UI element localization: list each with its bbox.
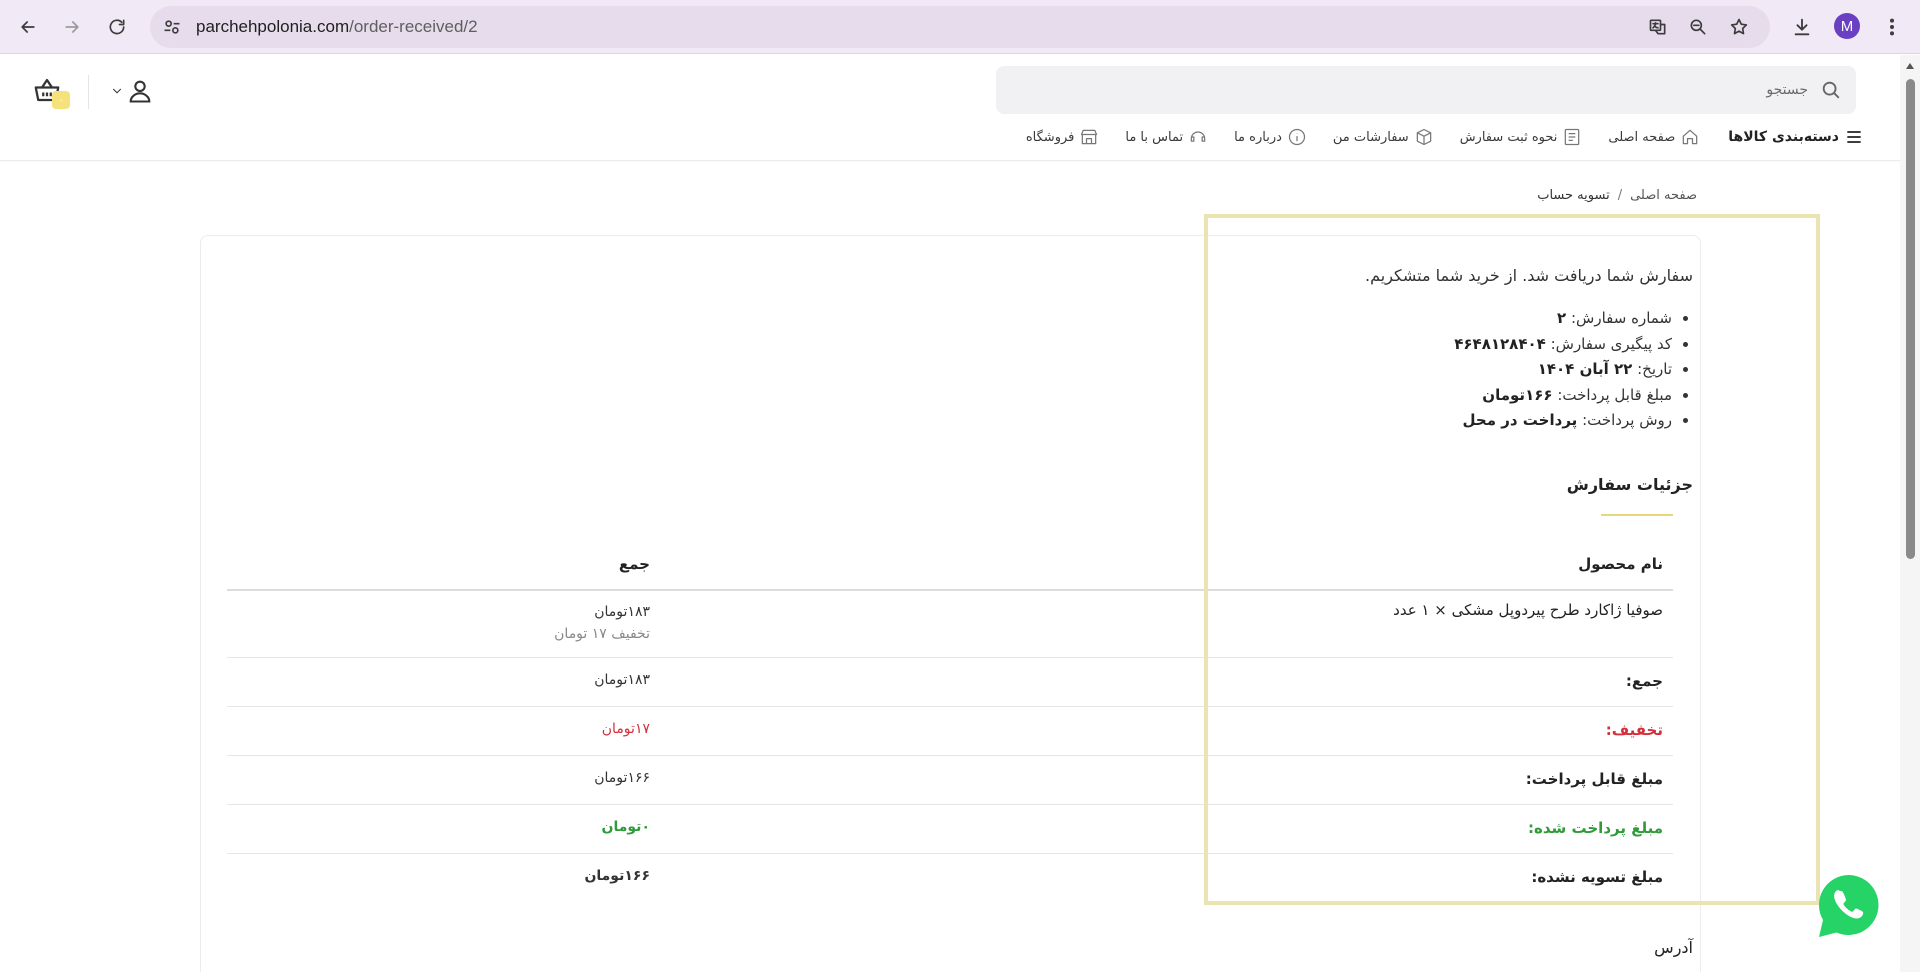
nav-categories-label: دسته‌بندی کالاها xyxy=(1728,129,1839,145)
browser-toolbar: parchehpolonia.com/order-received/2 M xyxy=(0,0,1920,54)
order-thanks-message: سفارش شما دریافت شد. از خرید شما متشکریم… xyxy=(1365,266,1693,285)
product-name[interactable]: صوفیا ژاکارد طرح پیردوپل مشکی × ۱ عدد xyxy=(1393,601,1663,619)
paid-label: مبلغ پرداخت شده: xyxy=(1528,819,1663,837)
search-input[interactable] xyxy=(1048,76,1808,104)
order-overview: شماره سفارش: ۲ کد پیگیری سفارش: ۴۶۴۸۱۲۸۴… xyxy=(1454,306,1672,434)
breadcrumb-current: تسویه حساب xyxy=(1537,188,1610,203)
nav-contact-label: تماس با ما xyxy=(1125,129,1184,145)
reload-icon xyxy=(109,19,125,35)
search-box[interactable] xyxy=(996,66,1856,114)
breadcrumb-separator: / xyxy=(1617,188,1623,203)
title-underline xyxy=(1601,514,1673,516)
bookmark-star-icon[interactable] xyxy=(1727,15,1751,39)
home-icon xyxy=(1682,129,1698,145)
cart-count-badge: ۰ xyxy=(52,91,70,109)
chevron-down-icon xyxy=(112,88,122,94)
table-row: جمع: ۱۸۳تومان xyxy=(227,658,1673,707)
product-price-cell: ۱۸۳تومان تخفیف ۱۷ تومان xyxy=(227,601,650,645)
search-icon[interactable] xyxy=(1820,79,1842,101)
table-header-row: نام محصول جمع xyxy=(227,543,1673,591)
table-row: مبلغ قابل پرداخت: ۱۶۶تومان xyxy=(227,756,1673,805)
user-icon xyxy=(129,80,151,103)
nav-categories[interactable]: دسته‌بندی کالاها xyxy=(1728,127,1864,147)
table-row: تخفیف: ۱۷تومان xyxy=(227,707,1673,756)
payable-label: مبلغ قابل پرداخت: xyxy=(1525,770,1663,788)
reload-button[interactable] xyxy=(102,12,132,42)
main-nav: دسته‌بندی کالاها صفحه اصلی نحوه ثبت سفار… xyxy=(1000,125,1864,149)
download-icon xyxy=(1794,18,1810,36)
discount-value: ۱۷تومان xyxy=(601,721,650,737)
nav-home[interactable]: صفحه اصلی xyxy=(1608,127,1700,147)
back-button[interactable] xyxy=(13,12,43,42)
account-menu-button[interactable] xyxy=(110,76,156,106)
product-discount: تخفیف ۱۷ تومان xyxy=(554,626,650,642)
order-details-table: نام محصول جمع صوفیا ژاکارد طرح پیردوپل م… xyxy=(227,543,1673,903)
headset-icon xyxy=(1190,131,1206,142)
hamburger-icon xyxy=(1847,131,1861,143)
table-row: صوفیا ژاکارد طرح پیردوپل مشکی × ۱ عدد ۱۸… xyxy=(227,591,1673,658)
nav-my-orders[interactable]: سفارشات من xyxy=(1333,127,1434,147)
info-icon xyxy=(1288,128,1306,146)
nav-contact[interactable]: تماس با ما xyxy=(1125,127,1208,147)
header-divider xyxy=(88,75,89,109)
product-price: ۱۸۳تومان xyxy=(594,604,650,620)
nav-shop-label: فروشگاه xyxy=(1025,129,1075,145)
browser-menu-button[interactable] xyxy=(1877,12,1907,42)
url-text: parchehpolonia.com/order-received/2 xyxy=(196,17,478,36)
scrollbar-thumb[interactable] xyxy=(1906,79,1915,559)
col-total-header: جمع xyxy=(618,555,650,573)
kebab-menu-icon xyxy=(1889,18,1895,36)
forward-button[interactable] xyxy=(57,12,87,42)
overview-payable: مبلغ قابل پرداخت: ۱۶۶تومان xyxy=(1454,383,1672,409)
cart-button[interactable]: ۰ xyxy=(32,75,70,109)
site-settings-icon[interactable] xyxy=(160,15,184,39)
nav-my-orders-label: سفارشات من xyxy=(1332,129,1409,145)
site-header: ۰ دسته‌بندی کالاها صفحه اصلی نحوه ثبت سف… xyxy=(0,55,1900,161)
paid-value: ۰تومان xyxy=(601,819,650,835)
zoom-icon[interactable] xyxy=(1686,15,1710,39)
profile-avatar[interactable]: M xyxy=(1834,13,1860,39)
table-row: مبلغ تسویه نشده: ۱۶۶تومان xyxy=(227,854,1673,903)
subtotal-label: جمع: xyxy=(1625,672,1663,690)
address-bar[interactable]: parchehpolonia.com/order-received/2 xyxy=(150,6,1770,48)
overview-date: تاریخ: ۲۲ آبان ۱۴۰۴ xyxy=(1454,357,1672,383)
subtotal-value: ۱۸۳تومان xyxy=(594,672,650,688)
whatsapp-button[interactable] xyxy=(1814,871,1884,941)
page-scrollbar[interactable] xyxy=(1900,55,1920,972)
scroll-up-icon[interactable] xyxy=(1904,61,1916,71)
nav-how-to-order[interactable]: نحوه ثبت سفارش xyxy=(1460,127,1583,147)
order-form-icon xyxy=(1565,128,1580,146)
unsettled-label: مبلغ تسویه نشده: xyxy=(1531,868,1663,886)
overview-payment-method: روش پرداخت: پرداخت در محل xyxy=(1454,408,1672,434)
address-title: آدرس xyxy=(1654,938,1693,957)
overview-tracking-code: کد پیگیری سفارش: ۴۶۴۸۱۲۸۴۰۴ xyxy=(1454,332,1672,358)
payable-value: ۱۶۶تومان xyxy=(594,770,650,786)
whatsapp-icon xyxy=(1818,875,1879,937)
breadcrumb: صفحه اصلی / تسویه حساب xyxy=(1537,188,1697,203)
order-details-title: جزئیات سفارش xyxy=(1566,475,1693,494)
package-icon xyxy=(1416,128,1431,146)
arrow-left-icon xyxy=(21,21,35,33)
nav-about-label: درباره ما xyxy=(1234,129,1282,145)
nav-shop[interactable]: فروشگاه xyxy=(1026,127,1100,147)
arrow-right-icon xyxy=(65,21,79,33)
discount-label: تخفیف: xyxy=(1605,721,1663,739)
breadcrumb-home[interactable]: صفحه اصلی xyxy=(1630,188,1697,203)
nav-how-to-order-label: نحوه ثبت سفارش xyxy=(1459,129,1558,145)
table-row: مبلغ پرداخت شده: ۰تومان xyxy=(227,805,1673,854)
download-button[interactable] xyxy=(1787,12,1817,42)
col-product-header: نام محصول xyxy=(1578,555,1663,573)
store-icon xyxy=(1081,129,1098,145)
nav-home-label: صفحه اصلی xyxy=(1608,129,1676,145)
unsettled-value: ۱۶۶تومان xyxy=(584,868,650,884)
nav-about[interactable]: درباره ما xyxy=(1234,127,1307,147)
translate-icon[interactable] xyxy=(1646,15,1670,39)
overview-order-number: شماره سفارش: ۲ xyxy=(1454,306,1672,332)
